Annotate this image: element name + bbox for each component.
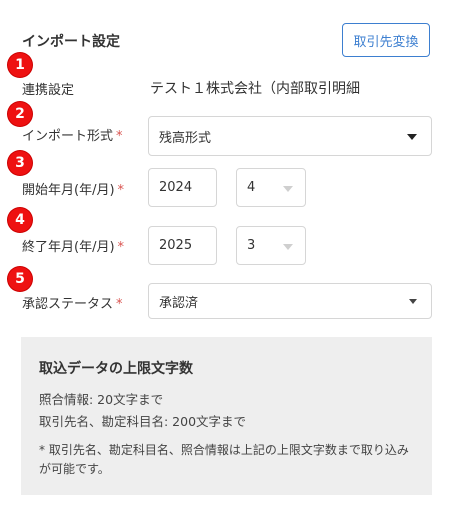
approval-status-label-text: 承認ステータス — [22, 297, 114, 312]
info-line-matching: 照合情報: 20文字まで — [39, 392, 164, 407]
end-year-input[interactable]: 2025 — [148, 226, 217, 265]
required-mark: * — [117, 183, 125, 198]
approval-status-select[interactable]: 承認済 — [148, 283, 432, 319]
info-line-names: 取引先名、勘定科目名: 200文字まで — [39, 414, 247, 429]
page-title: インポート設定 — [22, 34, 120, 50]
end-month-select[interactable]: 3 — [236, 226, 306, 265]
end-month-value: 3 — [247, 238, 256, 253]
end-date-label-text: 終了年月(年/月) — [22, 240, 115, 255]
step-badge-4: 4 — [8, 208, 32, 232]
required-mark: * — [116, 297, 123, 312]
chevron-down-icon — [283, 243, 293, 250]
info-note: * 取引先名、勘定科目名、照合情報は上記の上限文字数まで取り込みが可能です。 — [39, 443, 409, 476]
import-format-value: 残高形式 — [159, 130, 212, 146]
info-heading: 取込データの上限文字数 — [39, 361, 193, 377]
partner-label-text: 連携設定 — [22, 83, 75, 98]
character-limit-info-panel: 取込データの上限文字数 照合情報: 20文字まで 取引先名、勘定科目名: 200… — [21, 337, 432, 495]
start-month-value: 4 — [247, 180, 256, 195]
import-format-select[interactable]: 残高形式 — [148, 116, 432, 156]
step-badge-5: 5 — [8, 267, 32, 291]
partner-value: テスト１株式会社（内部取引明細 — [150, 81, 360, 97]
required-mark: * — [116, 129, 123, 144]
approval-status-value: 承認済 — [159, 295, 199, 311]
start-year-input[interactable]: 2024 — [148, 168, 217, 207]
change-partner-button[interactable]: 取引先変換 — [342, 23, 430, 57]
partner-label: 連携設定 — [22, 79, 74, 98]
step-badge-1: 1 — [8, 53, 32, 77]
chevron-down-icon — [407, 134, 417, 140]
chevron-down-icon — [283, 185, 293, 192]
step-badge-3: 3 — [8, 151, 32, 175]
end-date-label: 終了年月(年/月) * — [22, 236, 124, 255]
import-format-label-text: インポート形式 — [22, 129, 114, 144]
start-month-select[interactable]: 4 — [236, 168, 306, 207]
required-mark: * — [117, 240, 125, 255]
approval-status-label: 承認ステータス * — [22, 293, 123, 312]
start-date-label-text: 開始年月(年/月) — [22, 183, 115, 198]
chevron-down-icon — [409, 299, 417, 304]
import-format-label: インポート形式 * — [22, 125, 123, 144]
start-date-label: 開始年月(年/月) * — [22, 179, 124, 198]
step-badge-2: 2 — [8, 102, 32, 126]
